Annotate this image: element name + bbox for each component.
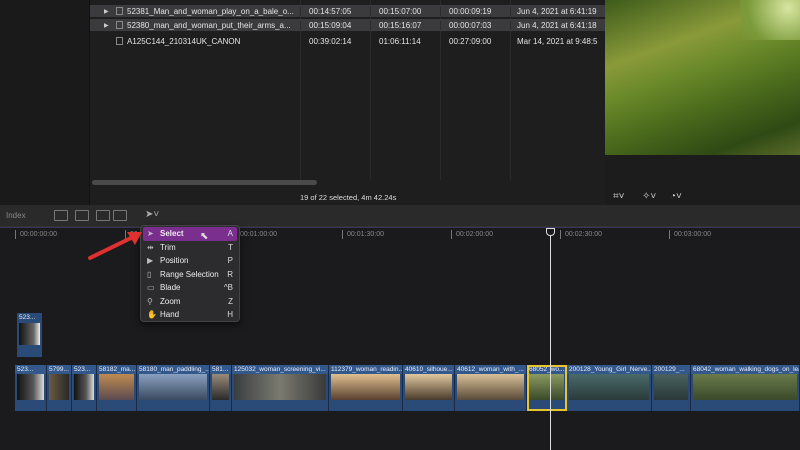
clip-label: 523... [19,314,36,321]
timeline-clip[interactable]: 581... [210,365,232,411]
disclosure-triangle-icon[interactable]: ▶ [104,8,112,15]
timeline-clip[interactable]: 112379_woman_readin... [329,365,403,411]
timeline-area[interactable] [0,241,800,450]
menu-item-position[interactable]: ▶ Position P [143,254,237,268]
enhance-wand-icon[interactable]: ✧˅ [642,191,656,202]
menu-item-trim[interactable]: ⇹ Trim T [143,241,237,255]
date-cell: Jun 4, 2021 at 6:41:18 [510,20,605,30]
start-cell: 00:15:09:04 [300,20,370,30]
ruler-tick: 00:02:00:00 [451,230,493,239]
speed-gauge-icon[interactable]: ◔˅ [670,191,682,202]
end-cell: 01:06:11:14 [370,36,440,46]
transform-icon[interactable]: ⌗˅ [613,191,624,202]
playhead[interactable] [550,228,551,450]
arrow-icon: ➤ [147,229,154,239]
timeline-clip[interactable]: 5799... [47,365,72,411]
duration-cell: 00:00:07:03 [440,20,510,30]
connect-clip-icon[interactable] [54,210,68,221]
tool-menu: ➤ Select A ⇹ Trim T ▶ Position P ▯ Range Select… [140,225,240,322]
annotation-arrow-icon [88,232,142,260]
menu-item-blade[interactable]: ▭ Blade ^B [143,281,237,295]
mouse-cursor-icon: ⬉ [200,231,209,242]
timeline-clip[interactable]: 58182_ma... [97,365,137,411]
viewer-image [605,0,800,155]
tool-select-icon[interactable]: ➤˅ [145,209,159,220]
clip-name: 52381_Man_and_woman_play_on_a_bale_o... [127,6,294,16]
film-icon [116,21,123,29]
position-icon: ▶ [147,256,154,266]
start-cell: 00:14:57:05 [300,6,370,16]
timeline-clip[interactable]: 125032_woman_screening_vi... [232,365,329,411]
timeline-clip[interactable]: 40612_woman_with_... [455,365,527,411]
disclosure-triangle-icon[interactable]: ▶ [104,22,112,29]
browser-scrollbar[interactable] [92,180,317,185]
clip-name: A125C144_210314UK_CANON [127,36,241,46]
overwrite-clip-icon[interactable] [113,210,127,221]
timeline-clip[interactable]: 523... [72,365,97,411]
viewer-toolbar [605,155,800,205]
timeline-clip[interactable]: 68042_woman_walking_dogs_on_lea [691,365,800,411]
magnifier-icon: ⚲ [147,296,153,306]
blade-icon: ▭ [147,283,155,293]
end-cell: 00:15:07:00 [370,6,440,16]
primary-storyline: 523... 5799... 523... 58182_ma... 58180_… [15,365,800,411]
ruler-tick: 00:01:00:00 [235,230,277,239]
index-button[interactable]: Index [6,211,26,220]
ruler-tick: 00:00:00:00 [15,230,57,239]
film-icon [116,7,123,15]
date-cell: Jun 4, 2021 at 6:41:19 [510,6,605,16]
connected-clip[interactable]: 523... [17,313,42,357]
browser-row[interactable]: ▶ 52381_Man_and_woman_play_on_a_bale_o...… [90,5,605,17]
library-sidebar [0,0,90,205]
trim-icon: ⇹ [147,242,154,252]
menu-item-range-selection[interactable]: ▯ Range Selection R [143,268,237,282]
menu-item-select[interactable]: ➤ Select A [143,227,237,241]
start-cell: 00:39:02:14 [300,36,370,46]
timeline-clip[interactable]: 58180_man_paddling_... [137,365,210,411]
range-icon: ▯ [147,269,152,279]
timeline-clip[interactable]: 40610_silhoue... [403,365,455,411]
date-cell: Mar 14, 2021 at 9:48:5 [510,36,605,46]
timeline-clip-selected[interactable]: 68052_wo... [527,365,567,411]
end-cell: 00:15:16:07 [370,20,440,30]
film-icon [116,37,123,45]
ruler-tick: 00:03:00:00 [669,230,711,239]
duration-cell: 00:27:09:00 [440,36,510,46]
hand-icon: ✋ [147,310,157,320]
ruler-tick: 00:02:30:00 [560,230,602,239]
menu-item-hand[interactable]: ✋ Hand H [143,308,237,322]
timeline-clip[interactable]: 200128_Young_Girl_Nerve... [567,365,652,411]
playhead-handle[interactable] [546,228,555,236]
timeline-clip[interactable]: 523... [15,365,47,411]
browser-row[interactable]: ▶ 52380_man_and_woman_put_their_arms_a...… [90,19,605,31]
insert-clip-icon[interactable] [75,210,89,221]
selection-status: 19 of 22 selected, 4m 42.24s [300,193,397,202]
browser-row[interactable]: A125C144_210314UK_CANON 00:39:02:14 01:0… [90,35,605,47]
append-clip-icon[interactable] [96,210,110,221]
duration-cell: 00:00:09:19 [440,6,510,16]
clip-thumbnail [19,323,40,345]
clip-name: 52380_man_and_woman_put_their_arms_a... [127,20,291,30]
ruler-tick: 00:01:30:00 [342,230,384,239]
menu-item-zoom[interactable]: ⚲ Zoom Z [143,295,237,309]
timeline-clip[interactable]: 200129_... [652,365,691,411]
